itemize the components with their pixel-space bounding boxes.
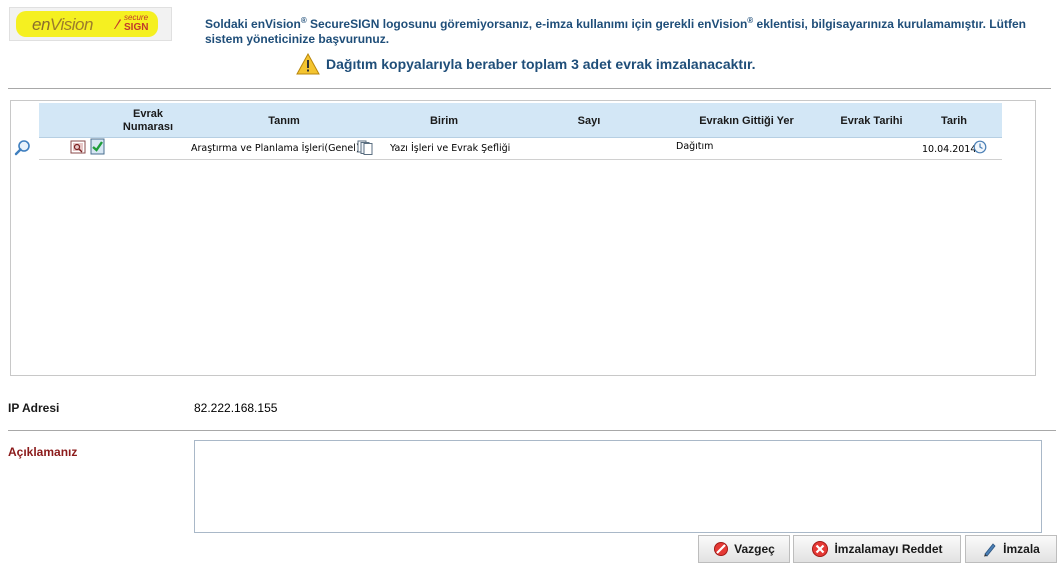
- pen-sign-icon: [984, 543, 996, 557]
- plugin-notice: Soldaki enVision® SecureSIGN logosunu gö…: [205, 16, 1026, 46]
- logo-brand: enVision: [32, 15, 93, 34]
- cancel-button-label: Vazgeç: [734, 542, 775, 556]
- table-row[interactable]: Araştırma ve Planlama İşleri(Genel) Yazı…: [14, 138, 1002, 160]
- logo-tag-top: secure: [124, 13, 149, 22]
- grid-header: Evrak Numarası Tanım Birim Sayı Evrakın …: [39, 103, 1002, 138]
- divider-top: [8, 88, 1051, 89]
- registered-mark: ®: [747, 16, 754, 25]
- document-grid: Evrak Numarası Tanım Birim Sayı Evrakın …: [10, 100, 1036, 376]
- col-sayi[interactable]: Sayı: [549, 115, 629, 128]
- cell-birim: Yazı İşleri ve Evrak Şefliği: [390, 143, 511, 154]
- logo-tag-bottom: SIGN: [124, 22, 149, 33]
- col-tanim[interactable]: Tanım: [239, 115, 329, 128]
- document-check-icon[interactable]: [89, 138, 106, 158]
- col-birim[interactable]: Birim: [399, 115, 489, 128]
- sign-button[interactable]: İmzala: [965, 535, 1057, 563]
- envision-securesign-logo: enVision secure SIGN: [9, 7, 172, 41]
- sign-button-label: İmzala: [1003, 542, 1040, 556]
- reject-button[interactable]: İmzalamayı Reddet: [793, 535, 961, 563]
- pen-icon: [114, 19, 121, 29]
- col-evrak-tarihi[interactable]: Evrak Tarihi: [824, 115, 919, 128]
- col-gittigi-yer[interactable]: Evrakın Gittiği Yer: [679, 115, 814, 128]
- cell-gittigi-yer: Dağıtım: [676, 141, 714, 152]
- clock-icon[interactable]: [973, 140, 987, 157]
- magnifier-icon[interactable]: [14, 139, 32, 160]
- col-tarih[interactable]: Tarih: [924, 115, 984, 128]
- cancel-icon: [714, 542, 729, 556]
- reject-icon: [812, 541, 829, 557]
- alert-text: Dağıtım kopyalarıyla beraber toplam 3 ad…: [326, 56, 756, 72]
- reject-button-label: İmzalamayı Reddet: [834, 542, 943, 556]
- ip-value: 82.222.168.155: [194, 401, 278, 415]
- registered-mark: ®: [300, 16, 307, 25]
- ip-label: IP Adresi: [8, 401, 60, 415]
- preview-icon[interactable]: [70, 139, 86, 158]
- secure-sign-badge: secure SIGN: [112, 13, 154, 34]
- copies-icon[interactable]: [357, 140, 374, 158]
- cell-tarih: 10.04.2014: [922, 144, 977, 155]
- sign-count-alert: Dağıtım kopyalarıyla beraber toplam 3 ad…: [296, 51, 756, 77]
- cell-tanim: Araştırma ve Planlama İşleri(Genel): [191, 143, 360, 154]
- aciklama-input[interactable]: [194, 440, 1042, 533]
- col-evrak-numarasi[interactable]: Evrak Numarası: [117, 108, 179, 134]
- cancel-button[interactable]: Vazgeç: [698, 535, 790, 563]
- divider-middle: [8, 430, 1056, 431]
- warning-icon: [296, 53, 320, 75]
- aciklama-label: Açıklamanız: [8, 445, 78, 459]
